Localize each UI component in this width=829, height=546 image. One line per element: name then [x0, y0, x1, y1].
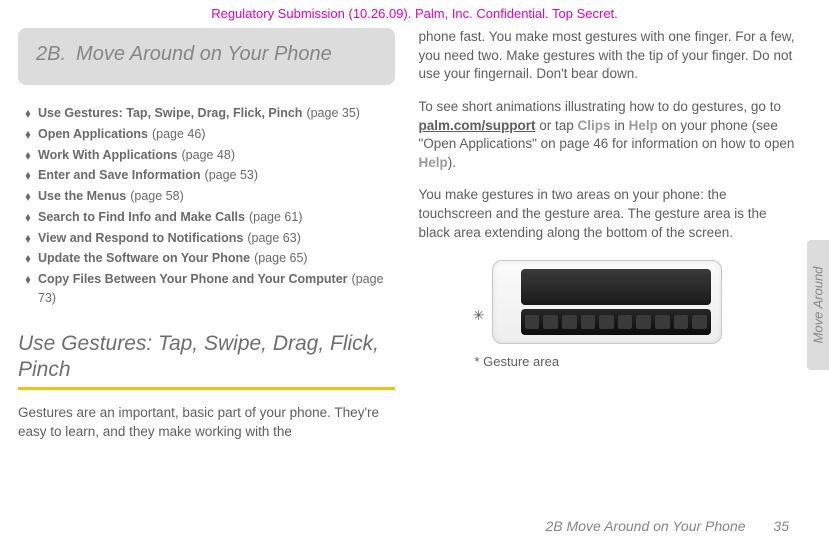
- left-column: 2B. Move Around on Your Phone ⬧Use Gestu…: [18, 28, 395, 506]
- text-run: or tap: [536, 118, 578, 133]
- table-of-contents: ⬧Use Gestures: Tap, Swipe, Drag, Flick, …: [18, 103, 395, 309]
- right-column: phone fast. You make most gestures with …: [419, 28, 796, 506]
- text-run: in: [611, 118, 629, 133]
- diamond-icon: ⬧: [18, 104, 38, 122]
- toc-item[interactable]: ⬧Enter and Save Information(page 53): [18, 165, 395, 186]
- diamond-icon: ⬧: [18, 229, 38, 247]
- diamond-icon: ⬧: [18, 187, 38, 205]
- page-columns: 2B. Move Around on Your Phone ⬧Use Gestu…: [18, 28, 795, 506]
- toc-label: Search to Find Info and Make Calls: [38, 210, 245, 224]
- toc-page: (page 46): [148, 127, 206, 141]
- diamond-icon: ⬧: [18, 208, 38, 226]
- paragraph: To see short animations illustrating how…: [419, 98, 796, 173]
- toc-item[interactable]: ⬧Use Gestures: Tap, Swipe, Drag, Flick, …: [18, 103, 395, 124]
- intro-paragraph: Gestures are an important, basic part of…: [18, 404, 395, 441]
- toc-page: (page 35): [302, 106, 360, 120]
- diamond-icon: ⬧: [18, 146, 38, 164]
- toc-page: (page 48): [177, 148, 235, 162]
- footer-title: 2B Move Around on Your Phone: [545, 518, 745, 534]
- page-footer: 2B Move Around on Your Phone 35: [545, 518, 789, 534]
- toc-page: (page 53): [201, 168, 259, 182]
- figure-caption: * Gesture area: [475, 354, 796, 369]
- section-title: Move Around on Your Phone: [76, 42, 376, 67]
- ui-ref-help: Help: [419, 155, 448, 170]
- toc-item[interactable]: ⬧Use the Menus(page 58): [18, 186, 395, 207]
- toc-item[interactable]: ⬧Copy Files Between Your Phone and Your …: [18, 269, 395, 309]
- toc-page: (page 61): [245, 210, 303, 224]
- side-tab: Move Around: [807, 240, 829, 370]
- toc-page: (page 63): [243, 231, 301, 245]
- heading-rule: [18, 387, 395, 390]
- section-number: 2B.: [36, 42, 66, 67]
- toc-item[interactable]: ⬧Work With Applications(page 48): [18, 145, 395, 166]
- toc-label: Use Gestures: Tap, Swipe, Drag, Flick, P…: [38, 106, 302, 120]
- toc-page: (page 58): [126, 189, 184, 203]
- toc-label: Update the Software on Your Phone: [38, 251, 250, 265]
- diamond-icon: ⬧: [18, 270, 38, 288]
- toc-label: Copy Files Between Your Phone and Your C…: [38, 272, 348, 286]
- phone-screen: [521, 269, 711, 305]
- page-number: 35: [773, 518, 789, 534]
- phone-illustration: ✳: [492, 260, 722, 344]
- paragraph: You make gestures in two areas on your p…: [419, 186, 796, 242]
- text-run: ).: [448, 155, 456, 170]
- toc-item[interactable]: ⬧View and Respond to Notifications(page …: [18, 228, 395, 249]
- toc-label: View and Respond to Notifications: [38, 231, 243, 245]
- toc-label: Work With Applications: [38, 148, 177, 162]
- toc-page: (page 65): [250, 251, 308, 265]
- section-header: 2B. Move Around on Your Phone: [18, 28, 395, 85]
- confidential-banner: Regulatory Submission (10.26.09). Palm, …: [0, 6, 829, 21]
- phone-keyboard: [525, 315, 707, 329]
- text-run: To see short animations illustrating how…: [419, 99, 781, 114]
- toc-label: Use the Menus: [38, 189, 126, 203]
- toc-item[interactable]: ⬧Update the Software on Your Phone(page …: [18, 248, 395, 269]
- support-link[interactable]: palm.com/support: [419, 118, 536, 133]
- toc-item[interactable]: ⬧Search to Find Info and Make Calls(page…: [18, 207, 395, 228]
- subsection-heading: Use Gestures: Tap, Swipe, Drag, Flick, P…: [18, 331, 395, 384]
- callout-asterisk: ✳: [473, 307, 485, 324]
- diamond-icon: ⬧: [18, 125, 38, 143]
- ui-ref-help: Help: [629, 118, 658, 133]
- diamond-icon: ⬧: [18, 166, 38, 184]
- ui-ref-clips: Clips: [578, 118, 611, 133]
- toc-item[interactable]: ⬧Open Applications(page 46): [18, 124, 395, 145]
- toc-label: Open Applications: [38, 127, 148, 141]
- side-tab-label: Move Around: [811, 267, 826, 344]
- toc-label: Enter and Save Information: [38, 168, 201, 182]
- paragraph: phone fast. You make most gestures with …: [419, 28, 796, 84]
- diamond-icon: ⬧: [18, 249, 38, 267]
- phone-figure: ✳: [492, 260, 722, 344]
